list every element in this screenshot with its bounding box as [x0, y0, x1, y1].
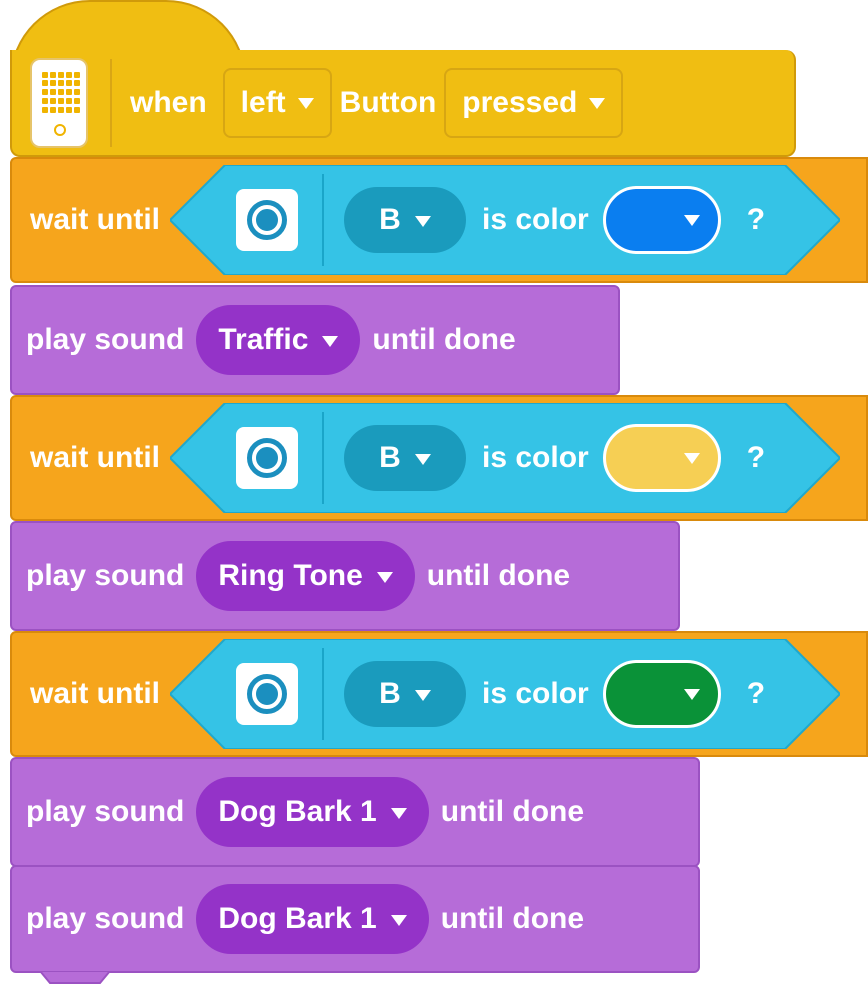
- color-condition[interactable]: B is color ?: [170, 403, 840, 513]
- when-label: when: [130, 85, 207, 119]
- play-sound-block[interactable]: play sound Dog Bark 1 until done: [10, 757, 700, 867]
- until-done-label: until done: [372, 323, 516, 356]
- is-color-label: is color: [482, 441, 589, 474]
- color-swatch-dropdown[interactable]: [602, 424, 721, 492]
- sound-name: Dog Bark 1: [218, 795, 377, 828]
- button-side-dropdown[interactable]: left: [222, 67, 332, 138]
- dropdown-arrow-icon: [414, 215, 431, 227]
- button-action-value: pressed: [462, 85, 578, 119]
- block-tab-notch: [40, 971, 110, 984]
- port-value: B: [379, 441, 401, 474]
- color-condition[interactable]: B is color ?: [170, 639, 840, 749]
- port-value: B: [379, 203, 401, 236]
- dropdown-arrow-icon: [322, 335, 339, 347]
- is-color-label: is color: [482, 203, 589, 236]
- is-color-label: is color: [482, 677, 589, 710]
- wait-until-block[interactable]: wait until B is color ?: [10, 157, 868, 283]
- port-dropdown[interactable]: B: [344, 425, 466, 491]
- play-sound-label: play sound: [26, 795, 185, 828]
- color-condition[interactable]: B is color ?: [170, 165, 840, 275]
- color-sensor-icon: [236, 189, 298, 251]
- color-swatch-dropdown[interactable]: [602, 660, 721, 728]
- question-mark: ?: [746, 441, 766, 474]
- dropdown-arrow-icon: [297, 98, 314, 109]
- until-done-label: until done: [426, 559, 571, 592]
- dropdown-arrow-icon: [683, 452, 700, 464]
- dropdown-arrow-icon: [376, 571, 393, 583]
- button-label: Button: [339, 85, 437, 119]
- when-button-pressed-block[interactable]: when left Button pressed: [10, 50, 796, 157]
- wait-until-block[interactable]: wait until B is color ?: [10, 395, 868, 521]
- button-side-value: left: [240, 85, 286, 119]
- button-action-dropdown[interactable]: pressed: [444, 67, 624, 138]
- port-dropdown[interactable]: B: [344, 661, 466, 727]
- until-done-label: until done: [440, 902, 585, 935]
- question-mark: ?: [746, 677, 766, 710]
- color-sensor-icon: [236, 663, 298, 725]
- port-value: B: [379, 677, 401, 710]
- dropdown-arrow-icon: [414, 689, 431, 701]
- dropdown-arrow-icon: [390, 807, 407, 819]
- port-dropdown[interactable]: B: [344, 187, 466, 253]
- until-done-label: until done: [440, 795, 585, 828]
- play-sound-block[interactable]: play sound Ring Tone until done: [10, 521, 680, 631]
- color-swatch-dropdown[interactable]: [602, 186, 721, 254]
- sound-name: Ring Tone: [218, 559, 363, 592]
- play-sound-label: play sound: [26, 323, 185, 356]
- dropdown-arrow-icon: [414, 453, 431, 465]
- dropdown-arrow-icon: [390, 914, 407, 926]
- wait-until-block[interactable]: wait until B is color ?: [10, 631, 868, 757]
- wait-until-label: wait until: [30, 677, 160, 710]
- play-sound-label: play sound: [26, 559, 185, 592]
- sound-name: Dog Bark 1: [218, 902, 377, 935]
- dropdown-arrow-icon: [589, 98, 606, 109]
- sound-dropdown[interactable]: Dog Bark 1: [196, 777, 429, 847]
- sound-dropdown[interactable]: Traffic: [196, 305, 361, 375]
- color-sensor-icon: [236, 427, 298, 489]
- play-sound-block[interactable]: play sound Dog Bark 1 until done: [10, 865, 700, 973]
- hub-icon: [30, 57, 88, 148]
- dropdown-arrow-icon: [683, 214, 700, 226]
- hat-divider: [110, 58, 112, 147]
- wait-until-label: wait until: [30, 441, 160, 474]
- wait-until-label: wait until: [30, 203, 160, 236]
- dropdown-arrow-icon: [683, 688, 700, 700]
- play-sound-label: play sound: [26, 902, 185, 935]
- sound-dropdown[interactable]: Ring Tone: [196, 541, 415, 611]
- question-mark: ?: [746, 203, 766, 236]
- play-sound-block[interactable]: play sound Traffic until done: [10, 285, 620, 395]
- sound-name: Traffic: [218, 323, 309, 356]
- sound-dropdown[interactable]: Dog Bark 1: [196, 884, 429, 954]
